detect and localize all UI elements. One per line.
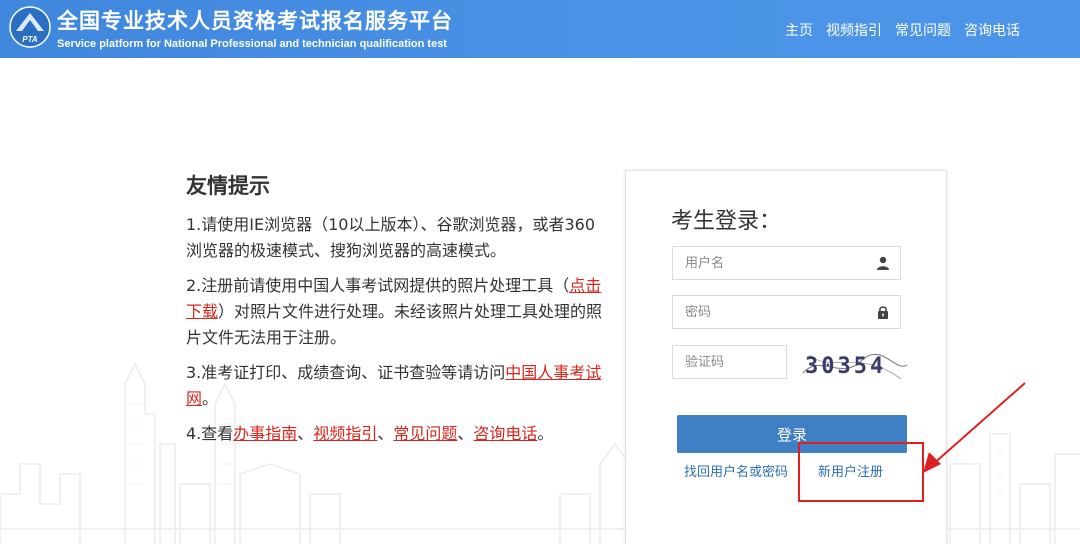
pta-logo-icon: PTA [9, 6, 51, 48]
faq-link[interactable]: 常见问题 [393, 424, 457, 443]
svg-text:30354: 30354 [805, 354, 886, 379]
site-subtitle: Service platform for National Profession… [57, 38, 447, 50]
site-header: PTA 全国专业技术人员资格考试报名服务平台 Service platform … [0, 0, 1080, 58]
tip-1: 1.请使用IE浏览器（10以上版本）、谷歌浏览器，或者360浏览器的极速模式、搜… [186, 212, 606, 264]
tips-section: 友情提示 1.请使用IE浏览器（10以上版本）、谷歌浏览器，或者360浏览器的极… [186, 170, 606, 456]
captcha-field [672, 345, 787, 379]
forgot-credentials-link[interactable]: 找回用户名或密码 [684, 461, 788, 480]
site-title: 全国专业技术人员资格考试报名服务平台 [57, 9, 453, 33]
login-title: 考生登录： [671, 209, 782, 234]
username-field [672, 246, 901, 280]
nav-home[interactable]: 主页 [785, 20, 813, 40]
captcha-image[interactable]: 30354 [801, 343, 909, 385]
tip-4-sep: 、 [297, 424, 314, 443]
nav-faq[interactable]: 常见问题 [895, 20, 951, 40]
tip-4-sep: 、 [457, 424, 474, 443]
tip-3-prefix: 3.准考证打印、成绩查询、证书查验等请访问 [186, 363, 506, 382]
user-icon [877, 256, 889, 270]
tip-4-suffix: 。 [537, 424, 554, 443]
lock-icon [878, 306, 888, 319]
annotation-highlight-box [798, 442, 924, 502]
tip-1-text: 1.请使用IE浏览器（10以上版本）、谷歌浏览器，或者360浏览器的极速模式、搜… [186, 215, 595, 260]
svg-text:PTA: PTA [22, 35, 38, 44]
tip-2-suffix: ）对照片文件进行处理。未经该照片处理工具处理的照片文件无法用于注册。 [186, 302, 603, 347]
video-guide-link[interactable]: 视频指引 [313, 424, 377, 443]
tip-4: 4.查看办事指南、视频指引、常见问题、咨询电话。 [186, 421, 606, 447]
captcha-input[interactable] [673, 346, 786, 378]
top-nav: 主页 视频指引 常见问题 咨询电话 [785, 20, 1020, 40]
password-field [672, 295, 901, 329]
nav-video-guide[interactable]: 视频指引 [826, 20, 882, 40]
nav-hotline[interactable]: 咨询电话 [964, 20, 1020, 40]
tip-3: 3.准考证打印、成绩查询、证书查验等请访问中国人事考试网。 [186, 360, 606, 412]
tip-3-suffix: 。 [202, 389, 219, 408]
tip-4-prefix: 4.查看 [186, 424, 234, 443]
tip-2-prefix: 2.注册前请使用中国人事考试网提供的照片处理工具（ [186, 276, 570, 295]
guide-link[interactable]: 办事指南 [233, 424, 297, 443]
tips-title: 友情提示 [186, 174, 270, 198]
username-input[interactable] [673, 247, 900, 279]
tip-4-sep: 、 [377, 424, 394, 443]
annotation-arrow-icon [923, 382, 1026, 473]
password-input[interactable] [673, 296, 900, 328]
tip-2: 2.注册前请使用中国人事考试网提供的照片处理工具（点击下载）对照片文件进行处理。… [186, 273, 606, 351]
hotline-link[interactable]: 咨询电话 [473, 424, 537, 443]
